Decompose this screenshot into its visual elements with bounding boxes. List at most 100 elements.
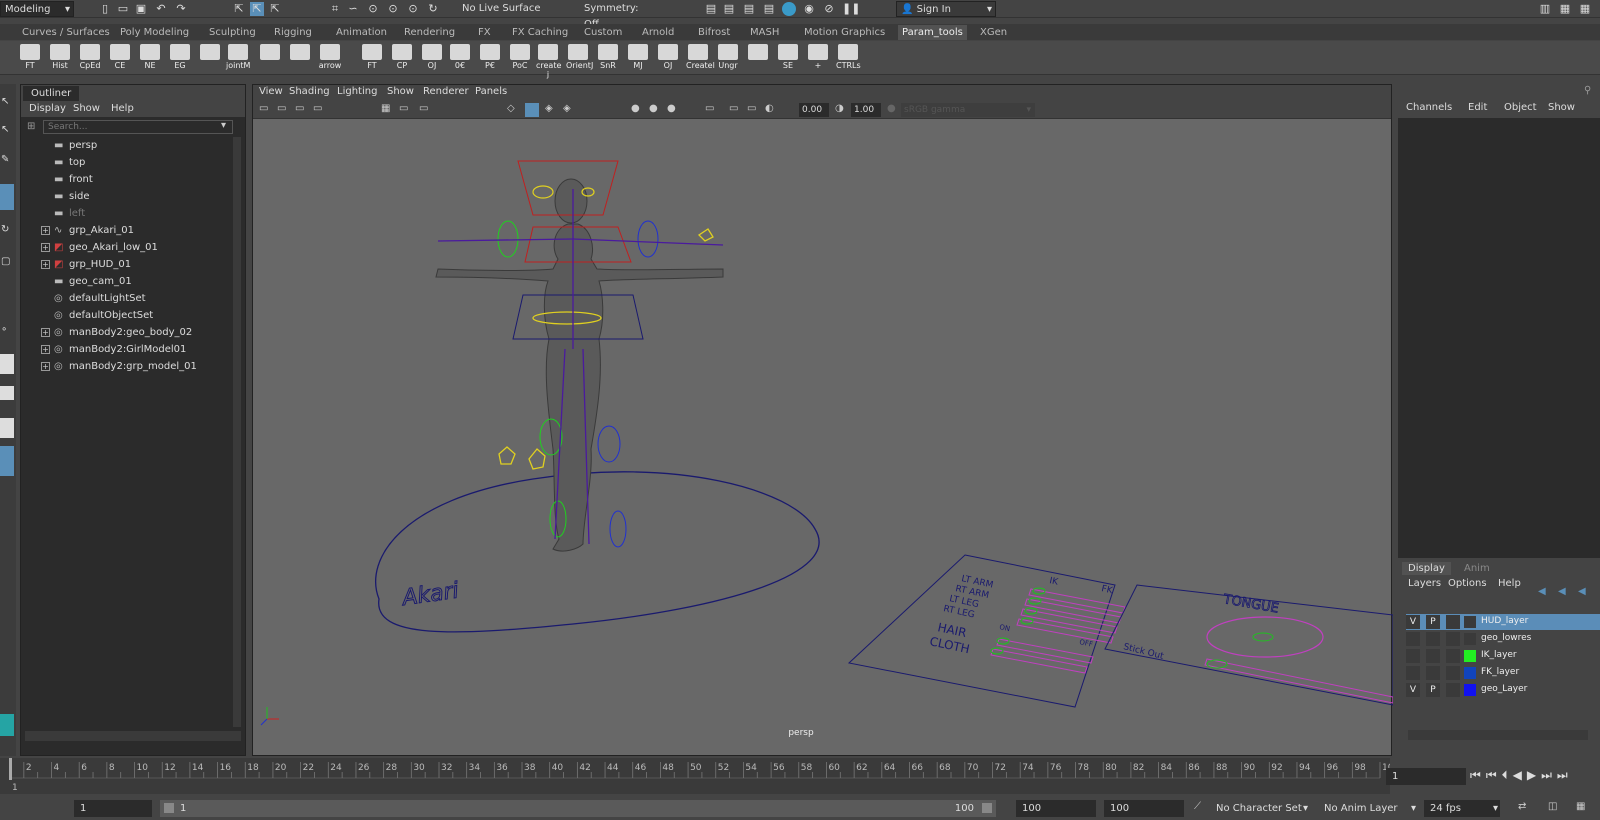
shelf-button[interactable]: OJ	[420, 43, 444, 73]
viewport-menu-renderer[interactable]: Renderer	[423, 86, 469, 97]
shelf-button[interactable]: CTRLs	[836, 43, 861, 73]
move-layer-up-icon[interactable]: ◀	[1538, 586, 1546, 597]
layer-row[interactable]: IK_layer	[1406, 648, 1600, 664]
pause-icon[interactable]: ❚❚	[842, 2, 860, 16]
layer-playback-toggle[interactable]	[1426, 632, 1440, 646]
outliner-layout-icon[interactable]	[0, 446, 14, 476]
camera-attributes-icon[interactable]: ▭	[277, 103, 286, 114]
color-management-icon[interactable]: ●	[887, 103, 896, 114]
attribute-editor-toggle-icon[interactable]: ▦	[1578, 2, 1592, 16]
layer-type-toggle[interactable]	[1446, 632, 1460, 646]
shelf-tab[interactable]: Motion Graphics	[800, 25, 889, 40]
xray-joints-icon[interactable]: ▭	[747, 103, 756, 114]
outliner-item[interactable]: ▬ persp	[21, 137, 231, 154]
channels-menu-object[interactable]: Object	[1504, 102, 1537, 113]
paint-tool-icon[interactable]: ✎	[1, 154, 9, 165]
layer-type-toggle[interactable]	[1446, 666, 1460, 680]
shelf-button[interactable]	[288, 43, 312, 73]
shelf-button[interactable]: CE	[108, 43, 132, 73]
menu-set-dropdown[interactable]: Modeling ▾	[0, 1, 74, 17]
time-slider[interactable]: 1 2 4 6 8 10 12 14 16 18 20 22 24 26 28 30 32 34 36 38 40 42 4…	[0, 758, 1399, 794]
time-slider-ruler[interactable]: 12 4 6 8 10 12 14 16 18 20 22 24 26 28 30 32 34 36 38 40 42 4…	[0, 758, 1399, 794]
resolution-gate-icon[interactable]: ▭	[419, 103, 428, 114]
channels-menu-channels[interactable]: Channels	[1406, 102, 1452, 113]
right-foot-control[interactable]	[609, 510, 627, 548]
layer-type-toggle[interactable]	[1446, 683, 1460, 697]
channels-menu-show[interactable]: Show	[1548, 102, 1575, 113]
channel-box-area[interactable]	[1398, 118, 1600, 558]
isolate-select-icon[interactable]: ▭	[705, 103, 714, 114]
layer-playback-toggle[interactable]: P	[1426, 615, 1440, 629]
single-pane-icon[interactable]	[0, 354, 14, 374]
go-to-start-icon[interactable]: ⏮	[1470, 768, 1486, 782]
view-transform-dropdown[interactable]: sRGB gamma ▾	[901, 103, 1035, 117]
expand-icon[interactable]: +	[41, 328, 50, 337]
layer-row[interactable]: V Pgeo_Layer	[1406, 682, 1600, 698]
start-time-field[interactable]: 1	[74, 800, 152, 817]
layer-row[interactable]: FK_layer	[1406, 665, 1600, 681]
layer-color-swatch[interactable]	[1464, 684, 1476, 696]
snap-view-icon[interactable]: ⊙	[386, 2, 400, 16]
viewport-panel[interactable]: View Shading Lighting Show Renderer Pane…	[252, 84, 1393, 756]
shelf-tab[interactable]: Curves / Surfaces	[18, 25, 114, 40]
layers-menu-layers[interactable]: Layers	[1408, 578, 1441, 589]
four-pane-icon[interactable]	[0, 386, 14, 400]
snap-live-icon[interactable]: ↻	[426, 2, 440, 16]
anim-layer-dropdown[interactable]: No Anim Layer ▾	[1318, 800, 1418, 817]
expand-icon[interactable]: +	[41, 362, 50, 371]
shelf-tab[interactable]: Animation	[332, 25, 391, 40]
outliner-item[interactable]: ▬ geo_cam_01	[21, 273, 231, 290]
outliner-item[interactable]: + ◩ grp_HUD_01	[21, 256, 231, 273]
outliner-item[interactable]: + ◎ manBody2:GirlModel01	[21, 341, 231, 358]
new-scene-icon[interactable]: ▯	[98, 2, 112, 16]
workspace-icon[interactable]: ▥	[1538, 2, 1552, 16]
right-pole-vector-control[interactable]	[528, 448, 546, 470]
select-tool-icon[interactable]: ↖	[1, 96, 9, 107]
shelf-tab[interactable]: Sculpting	[205, 25, 260, 40]
outliner-item[interactable]: + ◎ manBody2:grp_model_01	[21, 358, 231, 375]
layer-row[interactable]: geo_lowres	[1406, 631, 1600, 647]
render-sequence-icon[interactable]: ▤	[722, 2, 736, 16]
open-scene-icon[interactable]: ▭	[116, 2, 130, 16]
left-pole-vector-control[interactable]	[498, 446, 516, 465]
move-layer-down-icon[interactable]: ◀	[1558, 586, 1566, 597]
shelf-tab[interactable]: Custom	[580, 25, 626, 40]
tab-display[interactable]: Display	[1402, 562, 1451, 575]
render-settings-icon[interactable]: ▤	[762, 2, 776, 16]
layer-playback-toggle[interactable]: P	[1426, 683, 1440, 697]
ipr-render-icon[interactable]: ▤	[742, 2, 756, 16]
select-by-component-icon[interactable]: ⇱	[268, 2, 282, 16]
select-by-hierarchy-icon[interactable]: ⇱	[232, 2, 246, 16]
camera-select-icon[interactable]: ▭	[259, 103, 268, 114]
image-plane-icon[interactable]: ▭	[313, 103, 322, 114]
shelf-tab[interactable]: MASH	[746, 25, 783, 40]
snap-curve-icon[interactable]: ∽	[346, 2, 360, 16]
textured-icon[interactable]: ◈	[563, 103, 571, 114]
shelf-button[interactable]	[746, 43, 770, 73]
scale-tool-icon[interactable]: ▢	[1, 256, 10, 267]
step-forward-key-icon[interactable]: ⏭	[1541, 768, 1557, 782]
shelf-tab[interactable]: Rendering	[400, 25, 459, 40]
ground-control-curve[interactable]	[375, 471, 820, 633]
layers-menu-options[interactable]: Options	[1448, 578, 1487, 589]
exposure-field[interactable]: 0.00	[799, 103, 829, 117]
wireframe-on-shaded-icon[interactable]: ◈	[545, 103, 553, 114]
channel-icon[interactable]: ⚲	[1584, 85, 1591, 96]
tab-anim[interactable]: Anim	[1464, 563, 1490, 574]
layer-playback-toggle[interactable]	[1426, 649, 1440, 663]
outliner-item[interactable]: ▬ front	[21, 171, 231, 188]
play-forward-icon[interactable]: ▶	[1527, 768, 1541, 782]
grid-icon[interactable]: ▦	[381, 103, 390, 114]
viewport-scene[interactable]: Akari LT ARM RT ARM LT LEG RT LEG IK FK …	[253, 119, 1393, 756]
shelf-tab[interactable]: FX Caching	[508, 25, 572, 40]
range-slider-start-handle[interactable]	[164, 803, 174, 813]
shelf-button[interactable]: 0€	[448, 43, 472, 73]
channels-menu-edit[interactable]: Edit	[1468, 102, 1487, 113]
rotate-tool-icon[interactable]: ↻	[1, 224, 9, 235]
layer-visibility-toggle[interactable]	[1406, 632, 1420, 646]
shelf-button[interactable]: +	[806, 43, 830, 73]
render-frame-icon[interactable]: ▤	[704, 2, 718, 16]
shelf-button[interactable]: SE	[776, 43, 800, 73]
viewport-menu-shading[interactable]: Shading	[289, 86, 330, 97]
shelf-button[interactable]: MJ	[626, 43, 650, 73]
